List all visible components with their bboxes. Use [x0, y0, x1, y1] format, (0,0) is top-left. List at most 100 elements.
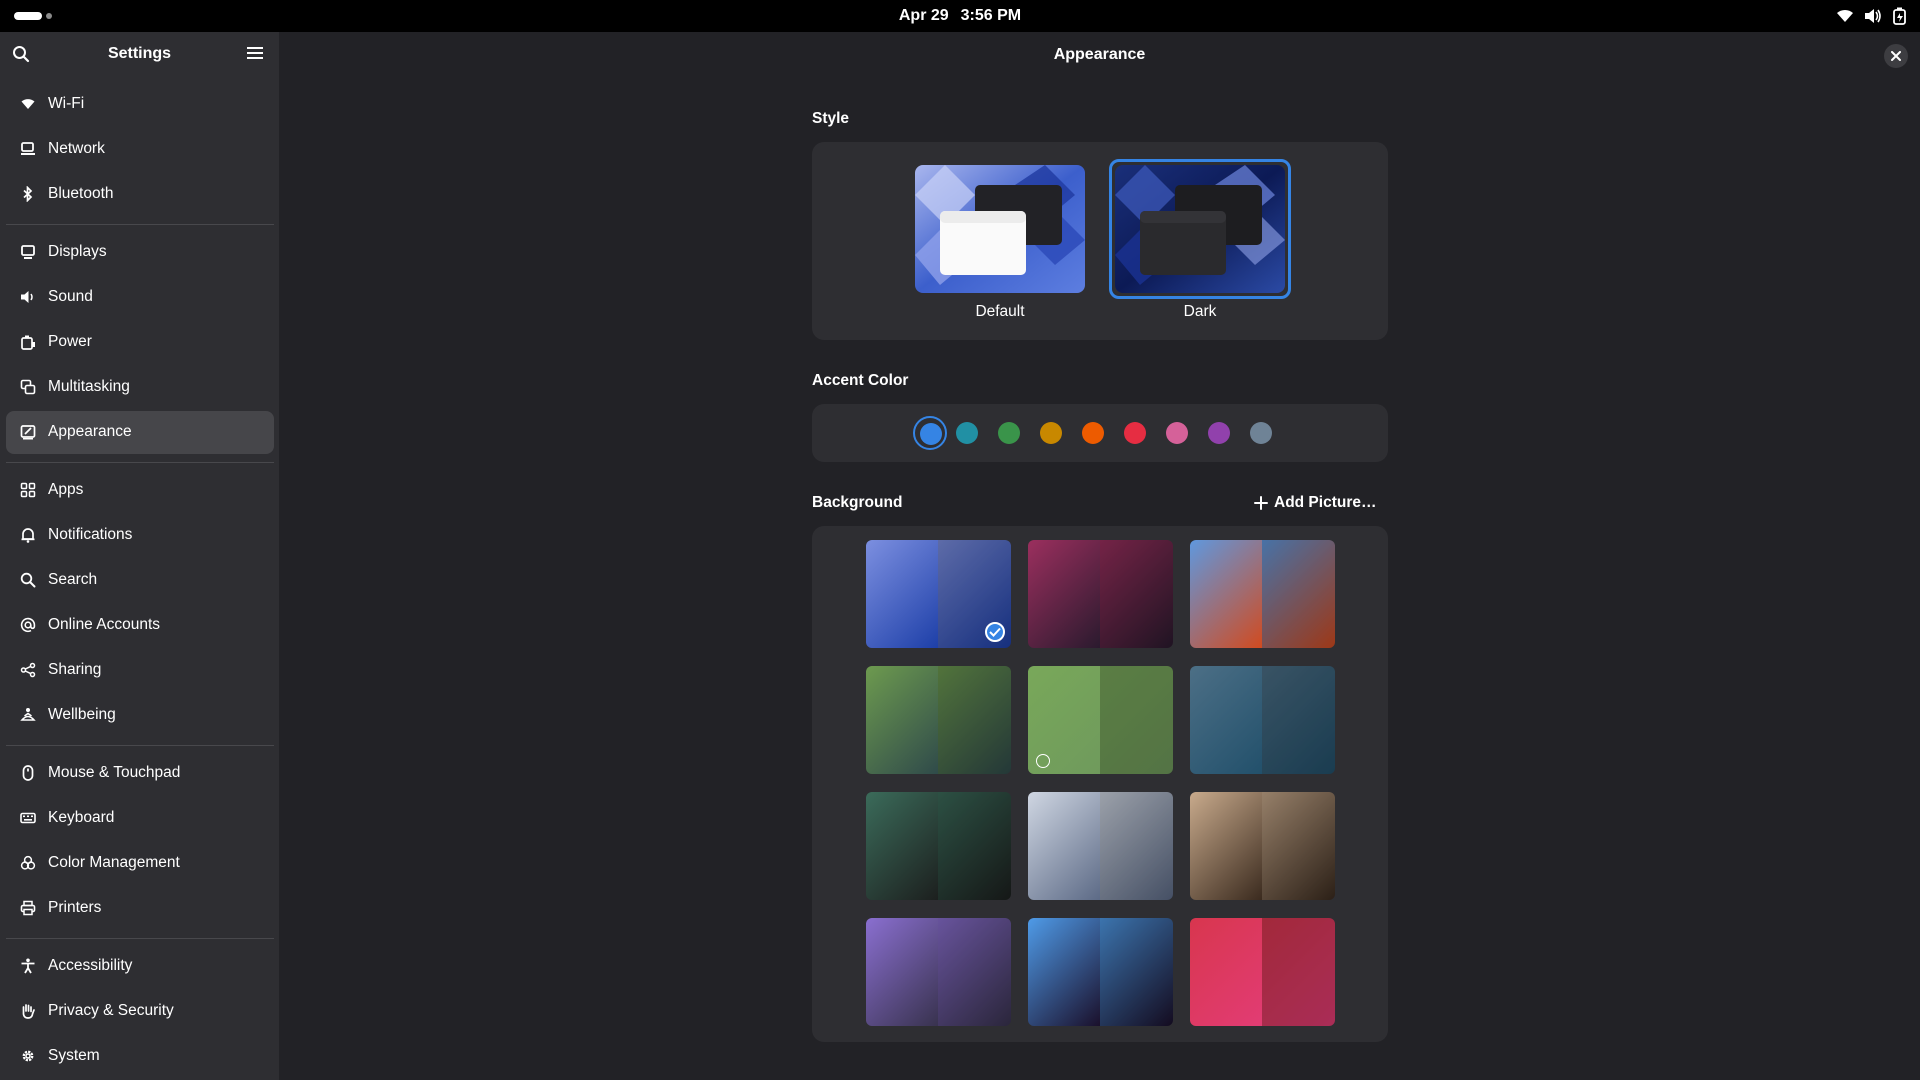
hamburger-menu-icon[interactable]: [247, 46, 263, 65]
sidebar-item-bluetooth[interactable]: Bluetooth: [6, 173, 274, 216]
multitasking-icon: [20, 379, 36, 395]
sidebar-item-label: Apps: [48, 481, 84, 498]
sidebar-item-online-accounts[interactable]: Online Accounts: [6, 604, 274, 647]
sidebar-item-keyboard[interactable]: Keyboard: [6, 797, 274, 840]
add-picture-label: Add Picture…: [1274, 494, 1377, 511]
sidebar: Settings Wi-Fi Network Bluetooth Display…: [0, 32, 279, 1080]
style-heading: Style: [812, 110, 850, 127]
bell-icon: [21, 528, 35, 543]
sidebar-header: Settings: [0, 32, 279, 78]
search-icon: [20, 572, 36, 588]
green-glass-wallpaper[interactable]: [866, 792, 1011, 900]
sidebar-item-system[interactable]: System: [6, 1035, 274, 1078]
wallpaper-dark-half: [938, 918, 1011, 1026]
share-icon: [20, 662, 36, 678]
add-picture-button[interactable]: Add Picture…: [1254, 492, 1376, 514]
sidebar-item-label: Accessibility: [48, 957, 133, 974]
sidebar-item-apps[interactable]: Apps: [6, 469, 274, 512]
sunset-waves-wallpaper[interactable]: [1028, 540, 1173, 648]
sidebar-item-label: Bluetooth: [48, 185, 114, 202]
sidebar-divider: [6, 462, 274, 463]
blue-orange-drip-wallpaper[interactable]: [1190, 540, 1335, 648]
close-icon: [1891, 51, 1901, 61]
sidebar-item-label: Displays: [48, 243, 107, 260]
speaker-icon: [21, 291, 33, 303]
style-option-dark[interactable]: Dark: [1109, 159, 1291, 325]
default-style-preview: [915, 165, 1085, 293]
system-tray[interactable]: [1836, 6, 1908, 26]
accent-swatch[interactable]: [1208, 422, 1230, 444]
sidebar-item-label: Appearance: [48, 423, 132, 440]
sidebar-item-privacy-security[interactable]: Privacy & Security: [6, 990, 274, 1033]
accent-card: [812, 404, 1388, 462]
sidebar-item-notifications[interactable]: Notifications: [6, 514, 274, 557]
sidebar-item-search[interactable]: Search: [6, 559, 274, 602]
wallpaper-light-half: [1028, 540, 1101, 648]
blue-crystal-wallpaper[interactable]: [866, 540, 1011, 648]
tree-landscape-light-wallpaper[interactable]: [1028, 666, 1173, 774]
accent-swatch[interactable]: [1166, 422, 1188, 444]
wallpaper-light-half: [866, 918, 939, 1026]
accent-swatch[interactable]: [998, 422, 1020, 444]
sidebar-item-network[interactable]: Network: [6, 128, 274, 171]
color-icon: [20, 855, 36, 870]
pink-pills-wallpaper[interactable]: [1190, 918, 1335, 1026]
style-option-default[interactable]: Default: [915, 165, 1085, 325]
hand-icon: [22, 1004, 35, 1019]
sidebar-item-label: Privacy & Security: [48, 1002, 174, 1019]
sidebar-item-color-management[interactable]: Color Management: [6, 842, 274, 885]
gear-icon: [22, 1050, 34, 1062]
wallpaper-light-half: [1190, 792, 1263, 900]
wallpaper-dark-half: [1100, 918, 1173, 1026]
clock-time: 3:56 PM: [960, 7, 1022, 24]
sidebar-item-label: Sharing: [48, 661, 102, 678]
accent-swatch[interactable]: [1124, 422, 1146, 444]
sidebar-item-sound[interactable]: Sound: [6, 276, 274, 319]
sidebar-item-label: Keyboard: [48, 809, 115, 826]
sidebar-item-mouse-touchpad[interactable]: Mouse & Touchpad: [6, 752, 274, 795]
style-card: Default Dark: [812, 142, 1388, 340]
purple-crystal-wallpaper[interactable]: [866, 918, 1011, 1026]
sidebar-item-label: Notifications: [48, 526, 133, 543]
volume-icon: [1864, 8, 1882, 24]
at-sign-icon: [20, 617, 36, 633]
sidebar-item-appearance[interactable]: Appearance: [6, 411, 274, 454]
sidebar-item-wellbeing[interactable]: Wellbeing: [6, 694, 274, 737]
accent-swatch[interactable]: [956, 422, 978, 444]
wallpaper-light-half: [1190, 540, 1263, 648]
wallpaper-dark-half: [1100, 792, 1173, 900]
sidebar-title: Settings: [107, 45, 172, 62]
sidebar-item-power[interactable]: Power: [6, 321, 274, 364]
blue-swirl-wallpaper[interactable]: [1190, 666, 1335, 774]
battery-icon: [1892, 7, 1908, 25]
close-button[interactable]: [1884, 44, 1908, 68]
wallpaper-dark-half: [938, 666, 1011, 774]
apps-grid-icon: [20, 482, 36, 498]
wallpaper-dark-half: [938, 792, 1011, 900]
appearance-icon: [20, 425, 36, 440]
wallpaper-light-half: [866, 792, 939, 900]
sidebar-item-accessibility[interactable]: Accessibility: [6, 945, 274, 988]
accent-swatch[interactable]: [1040, 422, 1062, 444]
accent-swatch[interactable]: [920, 423, 942, 445]
sidebar-item-displays[interactable]: Displays: [6, 231, 274, 274]
amber-ripple-wallpaper[interactable]: [1190, 792, 1335, 900]
sidebar-item-multitasking[interactable]: Multitasking: [6, 366, 274, 409]
clock[interactable]: Apr 29 3:56 PM: [0, 0, 1920, 32]
tree-landscape-wallpaper[interactable]: [866, 666, 1011, 774]
sidebar-item-label: Search: [48, 571, 98, 588]
sidebar-item-printers[interactable]: Printers: [6, 887, 274, 930]
battery-icon: [21, 335, 35, 350]
sidebar-item-wifi[interactable]: Wi-Fi: [6, 83, 274, 126]
sidebar-item-label: Online Accounts: [48, 616, 161, 633]
blue-purple-wave-wallpaper[interactable]: [1028, 918, 1173, 1026]
accent-swatch[interactable]: [1082, 422, 1104, 444]
dark-style-preview: [1115, 165, 1285, 293]
printer-icon: [20, 900, 36, 916]
sidebar-item-label: System: [48, 1047, 100, 1064]
accent-swatch[interactable]: [1250, 422, 1272, 444]
sidebar-divider: [6, 745, 274, 746]
sidebar-item-sharing[interactable]: Sharing: [6, 649, 274, 692]
wallpaper-dark-half: [1262, 792, 1335, 900]
grey-silk-wallpaper[interactable]: [1028, 792, 1173, 900]
